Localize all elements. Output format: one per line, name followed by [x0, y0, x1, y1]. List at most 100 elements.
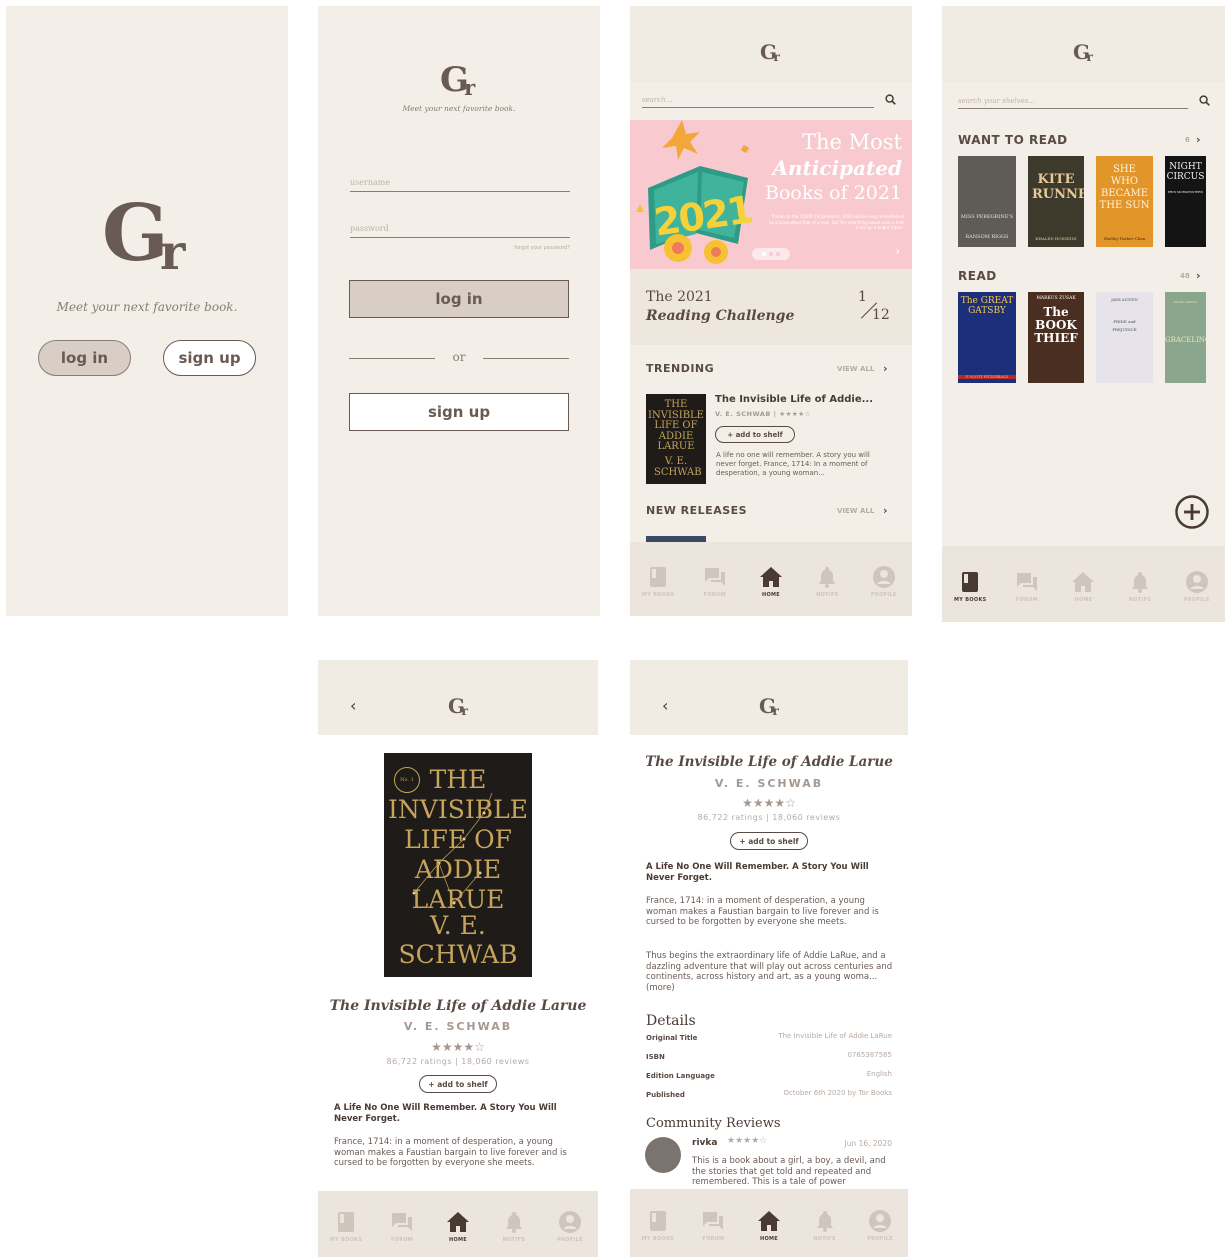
chevron-right-icon[interactable]: › — [883, 362, 888, 375]
nav-label: PROFILE — [1183, 596, 1210, 603]
book-title: The Invisible Life of Addie Larue — [329, 998, 587, 1014]
book-description-2[interactable]: Thus begins the extraordinary life of Ad… — [646, 951, 896, 993]
nav-my-books[interactable]: MY BOOKS — [630, 1209, 686, 1242]
bell-icon — [819, 566, 836, 588]
pager-dot[interactable] — [776, 252, 780, 256]
nav-home[interactable]: HOME — [430, 1210, 486, 1243]
book-rating-stars[interactable]: ★★★★☆ — [318, 1040, 598, 1054]
search-icon[interactable] — [1199, 95, 1210, 106]
detail-key: ISBN — [646, 1053, 665, 1061]
or-divider: or — [349, 350, 569, 366]
search-input[interactable]: search... — [642, 96, 874, 108]
banner-next-chevron-icon[interactable]: › — [895, 244, 900, 258]
detail-value: 0765387565 — [847, 1051, 892, 1059]
read-cover-1[interactable]: The GREAT GATSBY F. SCOTT FITZGERALD — [958, 292, 1016, 383]
trending-view-all[interactable]: VIEW ALL — [837, 365, 874, 373]
book-icon — [338, 1211, 354, 1232]
login-button[interactable]: log in — [349, 280, 569, 318]
username-field[interactable]: username — [350, 178, 570, 192]
divider-line — [483, 358, 569, 359]
trending-book-blurb: A life no one will remember. A story you… — [716, 451, 870, 477]
chevron-right-icon[interactable]: › — [1196, 133, 1201, 146]
nav-home[interactable]: HOME — [1055, 570, 1111, 603]
nav-home[interactable]: HOME — [741, 1209, 797, 1242]
nav-my-books[interactable]: MY BOOKS — [318, 1210, 374, 1243]
book-ratings-count[interactable]: 86,722 ratings | 18,060 reviews — [630, 813, 908, 822]
add-to-shelf-button[interactable]: + add to shelf — [730, 832, 808, 850]
nav-notifs[interactable]: NOTIFS — [797, 1209, 853, 1242]
book-tagline: A Life No One Will Remember. A Story You… — [646, 862, 869, 883]
shelf-search-input[interactable]: search your shelves... — [958, 97, 1188, 109]
chevron-right-icon[interactable]: › — [883, 504, 888, 517]
want-cover-4[interactable]: NIGHT CIRCUS ERIN MORGENSTERN — [1165, 156, 1206, 247]
profile-icon — [1185, 570, 1208, 593]
new-releases-title: NEW RELEASES — [646, 504, 748, 517]
book-description: France, 1714: in a moment of desperation… — [334, 1137, 567, 1168]
nav-notifs[interactable]: NOTIFS — [486, 1210, 542, 1243]
reviewer-avatar[interactable] — [645, 1137, 681, 1173]
read-cover-4[interactable]: Kristin Cashore GRACELING — [1165, 292, 1206, 383]
book-detail-screen: ‹ Gr No. 1 THE INVISIBLE LIFE OF ADDIE L… — [318, 660, 598, 1257]
cover-author: F. SCOTT FITZGERALD — [958, 375, 1016, 379]
pager-dot[interactable] — [769, 252, 773, 256]
want-cover-3[interactable]: SHE WHO BECAME THE SUN Shelley Parker-Ch… — [1096, 156, 1153, 247]
banner-pager[interactable] — [752, 248, 790, 260]
trending-book-cover[interactable]: THE INVISIBLE LIFE OF ADDIE LARUE V. E. … — [646, 394, 706, 484]
nav-forum[interactable]: FORUM — [999, 570, 1055, 603]
login-button[interactable]: log in — [38, 340, 131, 376]
back-chevron-icon[interactable]: ‹ — [350, 696, 356, 715]
home-icon — [447, 1211, 469, 1232]
cover-title: NIGHT CIRCUS — [1166, 162, 1205, 182]
nav-home[interactable]: HOME — [743, 565, 799, 598]
featured-banner[interactable]: 2021 The Most Anticipated Books of 2021 … — [630, 120, 912, 269]
add-shelf-plus-icon[interactable] — [1174, 494, 1210, 530]
nav-my-books[interactable]: MY BOOKS — [630, 565, 686, 598]
cover-title: GRACELING — [1165, 336, 1206, 344]
nav-my-books[interactable]: MY BOOKS — [942, 570, 998, 603]
nav-notifs[interactable]: NOTIFS — [1112, 570, 1168, 603]
signup-button[interactable]: sign up — [349, 393, 569, 431]
nav-label: MY BOOKS — [954, 596, 987, 603]
home-icon — [757, 1210, 780, 1231]
cover-title: The BOOK THIEF — [1034, 305, 1078, 345]
nav-profile[interactable]: PROFILE — [1169, 570, 1225, 603]
cover-title: KITE RUNNER — [1032, 172, 1084, 202]
cover-author: V. E. SCHWAB — [398, 911, 518, 969]
reviewer-name[interactable]: rivka — [692, 1138, 717, 1148]
nav-forum[interactable]: FORUM — [687, 565, 743, 598]
nav-label: FORUM — [703, 591, 726, 598]
back-chevron-icon[interactable]: ‹ — [662, 696, 668, 715]
read-cover-3[interactable]: JANE AUSTEN PRIDE and PREJUDICE — [1096, 292, 1153, 383]
book-ratings-count[interactable]: 86,722 ratings | 18,060 reviews — [318, 1057, 598, 1066]
nav-forum[interactable]: FORUM — [686, 1209, 742, 1242]
want-cover-2[interactable]: KITE RUNNER KHALED HOSSEINI — [1028, 156, 1084, 247]
add-to-shelf-button[interactable]: + add to shelf — [715, 426, 795, 443]
pager-dot-active[interactable] — [762, 252, 766, 256]
nav-profile[interactable]: PROFILE — [542, 1210, 598, 1243]
bell-icon — [816, 1210, 833, 1232]
nav-notifs[interactable]: NOTIFS — [799, 565, 855, 598]
book-rating-stars[interactable]: ★★★★☆ — [630, 796, 908, 810]
signup-button[interactable]: sign up — [163, 340, 256, 376]
detail-key: Published — [646, 1091, 685, 1099]
password-field[interactable]: password — [350, 224, 570, 238]
new-releases-view-all[interactable]: VIEW ALL — [837, 507, 874, 515]
nav-profile[interactable]: PROFILE — [856, 565, 912, 598]
nav-profile[interactable]: PROFILE — [852, 1209, 908, 1242]
or-label: or — [452, 350, 466, 364]
forum-icon — [1016, 572, 1037, 591]
cover-title: THE INVISIBLE LIFE OF ADDIE LARUE — [388, 765, 528, 914]
forgot-password-link[interactable]: forgot your password? — [514, 245, 570, 251]
book-author[interactable]: V. E. SCHWAB — [318, 1020, 598, 1033]
search-icon[interactable] — [885, 94, 896, 105]
trending-book-title[interactable]: The Invisible Life of Addie... — [715, 394, 873, 405]
nav-forum[interactable]: FORUM — [374, 1210, 430, 1243]
want-cover-1[interactable]: MISS PEREGRINE'S RANSOM RIGGS — [958, 156, 1016, 247]
add-to-shelf-button[interactable]: + add to shelf — [419, 1075, 497, 1093]
read-cover-2[interactable]: MARKUS ZUSAK The BOOK THIEF — [1028, 292, 1084, 383]
reading-challenge[interactable]: The 2021 Reading Challenge 1 12 — [630, 269, 912, 345]
read-title: READ — [958, 269, 997, 283]
banner-small-text: Thanks to the COVID-19 pandemic, 2020 wi… — [769, 214, 904, 230]
chevron-right-icon[interactable]: › — [1196, 269, 1201, 282]
book-author[interactable]: V. E. SCHWAB — [630, 777, 908, 790]
